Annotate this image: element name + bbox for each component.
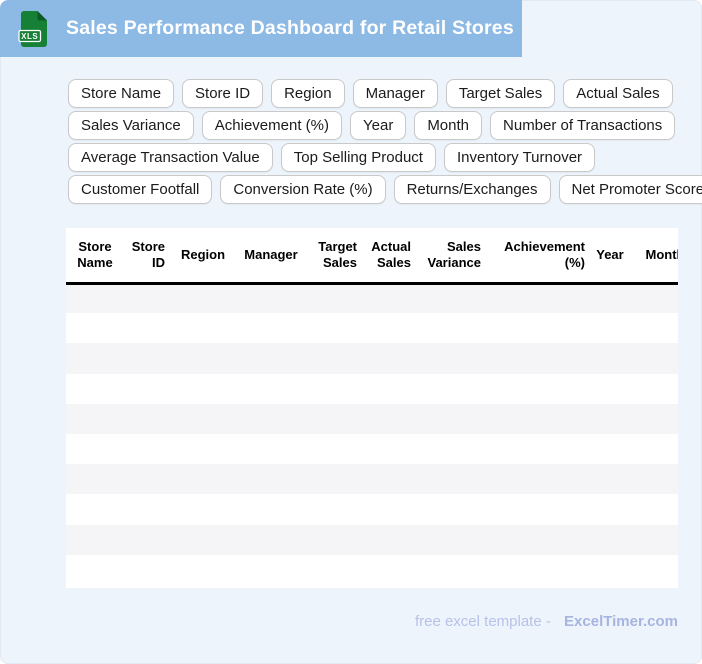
table-row (66, 525, 678, 555)
column-header: Sales Variance (416, 228, 486, 283)
table-cell (66, 434, 678, 464)
chip-row: Store Name Store ID Region Manager Target Sa… (68, 79, 702, 108)
table-row (66, 343, 678, 373)
table-panel: Store NameStore IDRegionManagerTarget Sa… (66, 228, 678, 588)
table-row (66, 404, 678, 434)
xls-file-icon: XLS (18, 10, 48, 48)
column-chip[interactable]: Inventory Turnover (444, 143, 595, 172)
column-header: Achievement (%) (486, 228, 590, 283)
table-cell (66, 374, 678, 404)
column-header: Actual Sales (362, 228, 416, 283)
column-chip[interactable]: Net Promoter Score (559, 175, 702, 204)
column-chip[interactable]: Conversion Rate (%) (220, 175, 385, 204)
table-row (66, 313, 678, 343)
column-chips: Store Name Store ID Region Manager Target Sa… (68, 79, 702, 204)
table-cell (66, 494, 678, 524)
chip-row: Customer Footfall Conversion Rate (%) Retu… (68, 175, 702, 204)
column-header: Month (630, 228, 678, 283)
column-chip[interactable]: Sales Variance (68, 111, 194, 140)
table-body (66, 283, 678, 585)
column-chip[interactable]: Average Transaction Value (68, 143, 273, 172)
table-cell (66, 283, 678, 313)
column-chip[interactable]: Region (271, 79, 345, 108)
table-row (66, 374, 678, 404)
table-cell (66, 404, 678, 434)
sales-preview-table: Store NameStore IDRegionManagerTarget Sa… (66, 228, 678, 585)
footer: free excel template - ExcelTimer.com (66, 613, 678, 630)
footer-text: free excel template - (415, 613, 551, 630)
column-chip[interactable]: Actual Sales (563, 79, 672, 108)
header-bar: XLS Sales Performance Dashboard for Reta… (0, 0, 522, 57)
column-chip[interactable]: Year (350, 111, 406, 140)
table-cell (66, 464, 678, 494)
table-cell (66, 525, 678, 555)
column-header: Target Sales (306, 228, 362, 283)
column-chip[interactable]: Achievement (%) (202, 111, 342, 140)
table-cell (66, 555, 678, 585)
table-cell (66, 343, 678, 373)
table-row (66, 464, 678, 494)
template-preview-card: XLS Sales Performance Dashboard for Reta… (0, 0, 702, 664)
table-row (66, 434, 678, 464)
footer-brand-link[interactable]: ExcelTimer.com (564, 613, 678, 630)
table-row (66, 555, 678, 585)
xls-badge-label: XLS (21, 32, 38, 41)
column-chip[interactable]: Store ID (182, 79, 263, 108)
column-chip[interactable]: Number of Transactions (490, 111, 675, 140)
column-chip[interactable]: Store Name (68, 79, 174, 108)
table-row (66, 494, 678, 524)
column-header: Manager (236, 228, 306, 283)
column-header: Region (170, 228, 236, 283)
page-title: Sales Performance Dashboard for Retail S… (66, 17, 514, 40)
chip-row: Average Transaction Value Top Selling Pro… (68, 143, 702, 172)
column-chip[interactable]: Customer Footfall (68, 175, 212, 204)
table-cell (66, 313, 678, 343)
chip-row: Sales Variance Achievement (%) Year Month Nu… (68, 111, 702, 140)
table-row (66, 283, 678, 313)
column-header: Store ID (124, 228, 170, 283)
column-chip[interactable]: Month (414, 111, 482, 140)
column-header: Store Name (66, 228, 124, 283)
column-chip[interactable]: Returns/Exchanges (394, 175, 551, 204)
column-header: Year (590, 228, 630, 283)
column-chip[interactable]: Target Sales (446, 79, 555, 108)
column-chip[interactable]: Manager (353, 79, 438, 108)
table-header: Store NameStore IDRegionManagerTarget Sa… (66, 228, 678, 283)
column-chip[interactable]: Top Selling Product (281, 143, 436, 172)
